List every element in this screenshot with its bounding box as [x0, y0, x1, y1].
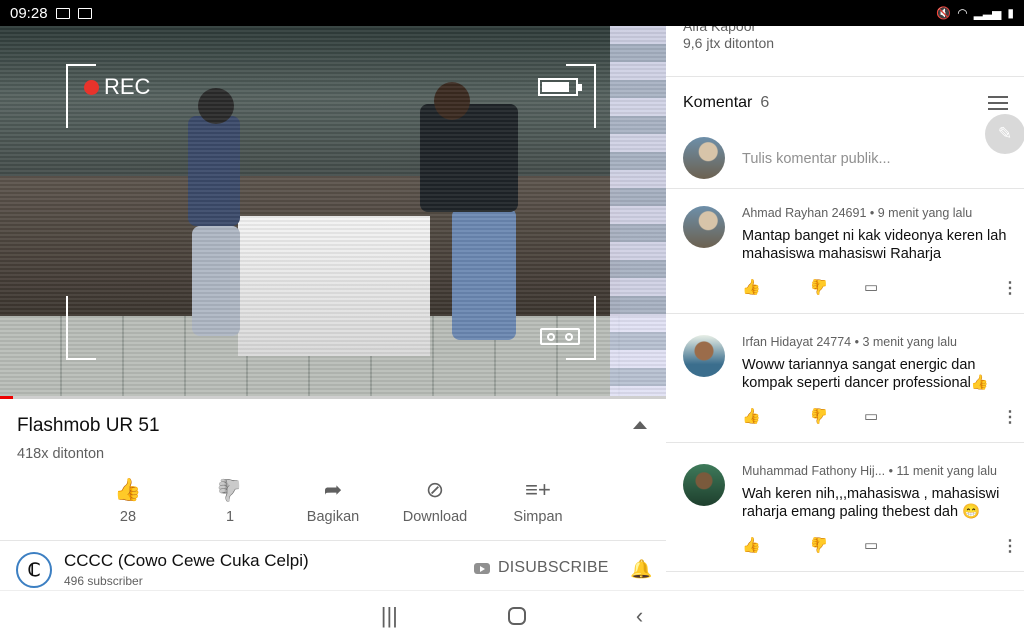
comment-author[interactable]: Irfan Hidayat 24774 [742, 335, 851, 349]
channel-name[interactable]: CCCC (Cowo Cewe Cuka Celpi) [64, 551, 309, 571]
comments-title: Komentar [683, 94, 753, 111]
comment-avatar[interactable] [683, 464, 725, 506]
mute-icon: 🔇 [936, 6, 952, 20]
cassette-icon [540, 328, 580, 345]
collapse-description-icon[interactable] [633, 421, 647, 429]
comment-like-icon[interactable]: 👍 [742, 536, 761, 554]
battery-overlay-icon [538, 78, 582, 96]
comment-like-icon[interactable]: 👍 [742, 278, 761, 296]
comment-input[interactable]: Tulis komentar publik... [742, 151, 891, 167]
divider [666, 442, 1024, 443]
comments-count: 6 [760, 94, 770, 111]
reply-icon[interactable]: ▭ [864, 407, 878, 425]
status-time: 09:28 [10, 4, 48, 22]
viewfinder-corner [66, 296, 96, 360]
download-icon: ⊘ [425, 477, 445, 502]
comment-actions: 👍 👍 ▭ [742, 407, 1012, 427]
recent-apps-icon[interactable]: ||| [381, 603, 398, 629]
video-views: 418x ditonton [17, 446, 105, 462]
comment-meta: Muhammad Fathony Hij... • 11 menit yang … [742, 464, 997, 478]
notification-bell-icon[interactable]: 🔔 [630, 559, 652, 580]
comments-panel: Alfa Kapoor 9,6 jtx ditonton Komentar 6 ✎… [666, 26, 1024, 590]
gallery-icon [55, 7, 70, 19]
status-bar: 09:28 🔇 ◠ ▂▃▅ ▮ [0, 0, 1024, 26]
comment-dislike-icon[interactable]: 👍 [810, 536, 829, 554]
previous-video-author: Alfa Kapoor [683, 26, 757, 34]
save-label: Simpan [513, 509, 563, 525]
image-icon [77, 7, 92, 19]
user-avatar [683, 137, 725, 179]
divider [666, 313, 1024, 314]
comment-time: 11 menit yang lalu [896, 464, 997, 478]
comment-meta: Irfan Hidayat 24774 • 3 menit yang lalu [742, 335, 957, 349]
comment-text: Wah keren nih,,,mahasiswa , mahasiswi ra… [742, 486, 1000, 520]
share-label: Bagikan [306, 509, 360, 525]
video-info: Flashmob UR 51 418x ditonton 👍 28 👍 1 ➦ … [0, 399, 666, 589]
previous-video-views: 9,6 jtx ditonton [683, 35, 775, 51]
dislike-button[interactable]: 👍 1 [214, 477, 246, 525]
like-count: 28 [119, 509, 137, 525]
comment-text: Woww tariannya sangat energic dan kompak… [742, 357, 989, 391]
battery-icon: ▮ [1007, 6, 1014, 20]
video-player[interactable]: REC [0, 26, 666, 398]
edit-pencil-icon[interactable]: ✎ [985, 114, 1024, 154]
comment-author[interactable]: Ahmad Rayhan 24691 [742, 206, 866, 220]
thumbs-down-icon: 👍 [216, 478, 244, 503]
wifi-icon: ◠ [957, 6, 968, 20]
comment-author[interactable]: Muhammad Fathony Hij... [742, 464, 885, 478]
divider [0, 540, 666, 541]
home-icon[interactable] [507, 606, 526, 625]
reply-icon[interactable]: ▭ [864, 536, 878, 554]
comment-dislike-icon[interactable]: 👍 [810, 278, 829, 296]
subscribe-button[interactable]: DISUBSCRIBE [474, 559, 609, 577]
comment-time: 3 menit yang lalu [862, 335, 957, 349]
dislike-count: 1 [225, 509, 235, 525]
thumbs-up-icon: 👍 [114, 477, 142, 502]
share-icon: ➦ [323, 477, 343, 502]
back-icon[interactable]: ‹ [636, 603, 643, 629]
save-button[interactable]: ≡+ Simpan [508, 477, 568, 525]
comment-avatar[interactable] [683, 335, 725, 377]
action-bar: 👍 28 👍 1 ➦ Bagikan ⊘ Download ≡+ Simpan [0, 477, 666, 527]
signal-icon: ▂▃▅ [973, 6, 1002, 20]
channel-avatar[interactable]: ℂ [16, 552, 52, 588]
channel-logo-icon: ℂ [27, 559, 41, 580]
rec-indicator: REC [84, 74, 150, 100]
viewfinder-corner [566, 64, 596, 128]
more-options-icon[interactable]: ⋮ [1002, 407, 1018, 427]
comment-avatar[interactable] [683, 206, 725, 248]
subscribe-label: DISUBSCRIBE [498, 559, 609, 576]
comment-actions: 👍 👍 ▭ [742, 536, 1012, 556]
download-label: Download [402, 509, 468, 525]
video-title[interactable]: Flashmob UR 51 [17, 415, 160, 437]
youtube-icon [474, 562, 490, 574]
playlist-add-icon: ≡+ [525, 477, 551, 502]
rec-label: REC [104, 74, 151, 99]
share-button[interactable]: ➦ Bagikan [302, 477, 364, 525]
comment-text: Mantap banget ni kak videonya keren lah … [742, 228, 1007, 262]
comment-time: 9 menit yang lalu [877, 206, 973, 220]
download-button[interactable]: ⊘ Download [398, 477, 472, 525]
comment-like-icon[interactable]: 👍 [742, 407, 761, 425]
divider [666, 188, 1024, 189]
comment-meta: Ahmad Rayhan 24691 • 9 menit yang lalu [742, 206, 973, 220]
comments-header[interactable]: Komentar 6 [683, 94, 769, 112]
divider [666, 571, 1024, 572]
channel-subscribers: 496 subscriber [64, 574, 143, 588]
comment-dislike-icon[interactable]: 👍 [810, 407, 829, 425]
record-dot-icon [84, 79, 99, 95]
system-nav-bar: ||| ‹ [0, 590, 1024, 640]
like-button[interactable]: 👍 28 [112, 477, 144, 525]
more-options-icon[interactable]: ⋮ [1002, 536, 1018, 556]
more-options-icon[interactable]: ⋮ [1002, 278, 1018, 298]
divider [666, 76, 1024, 77]
comment-actions: 👍 👍 ▭ [742, 278, 1012, 298]
reply-icon[interactable]: ▭ [864, 278, 878, 296]
sort-comments-icon[interactable] [988, 94, 1008, 112]
